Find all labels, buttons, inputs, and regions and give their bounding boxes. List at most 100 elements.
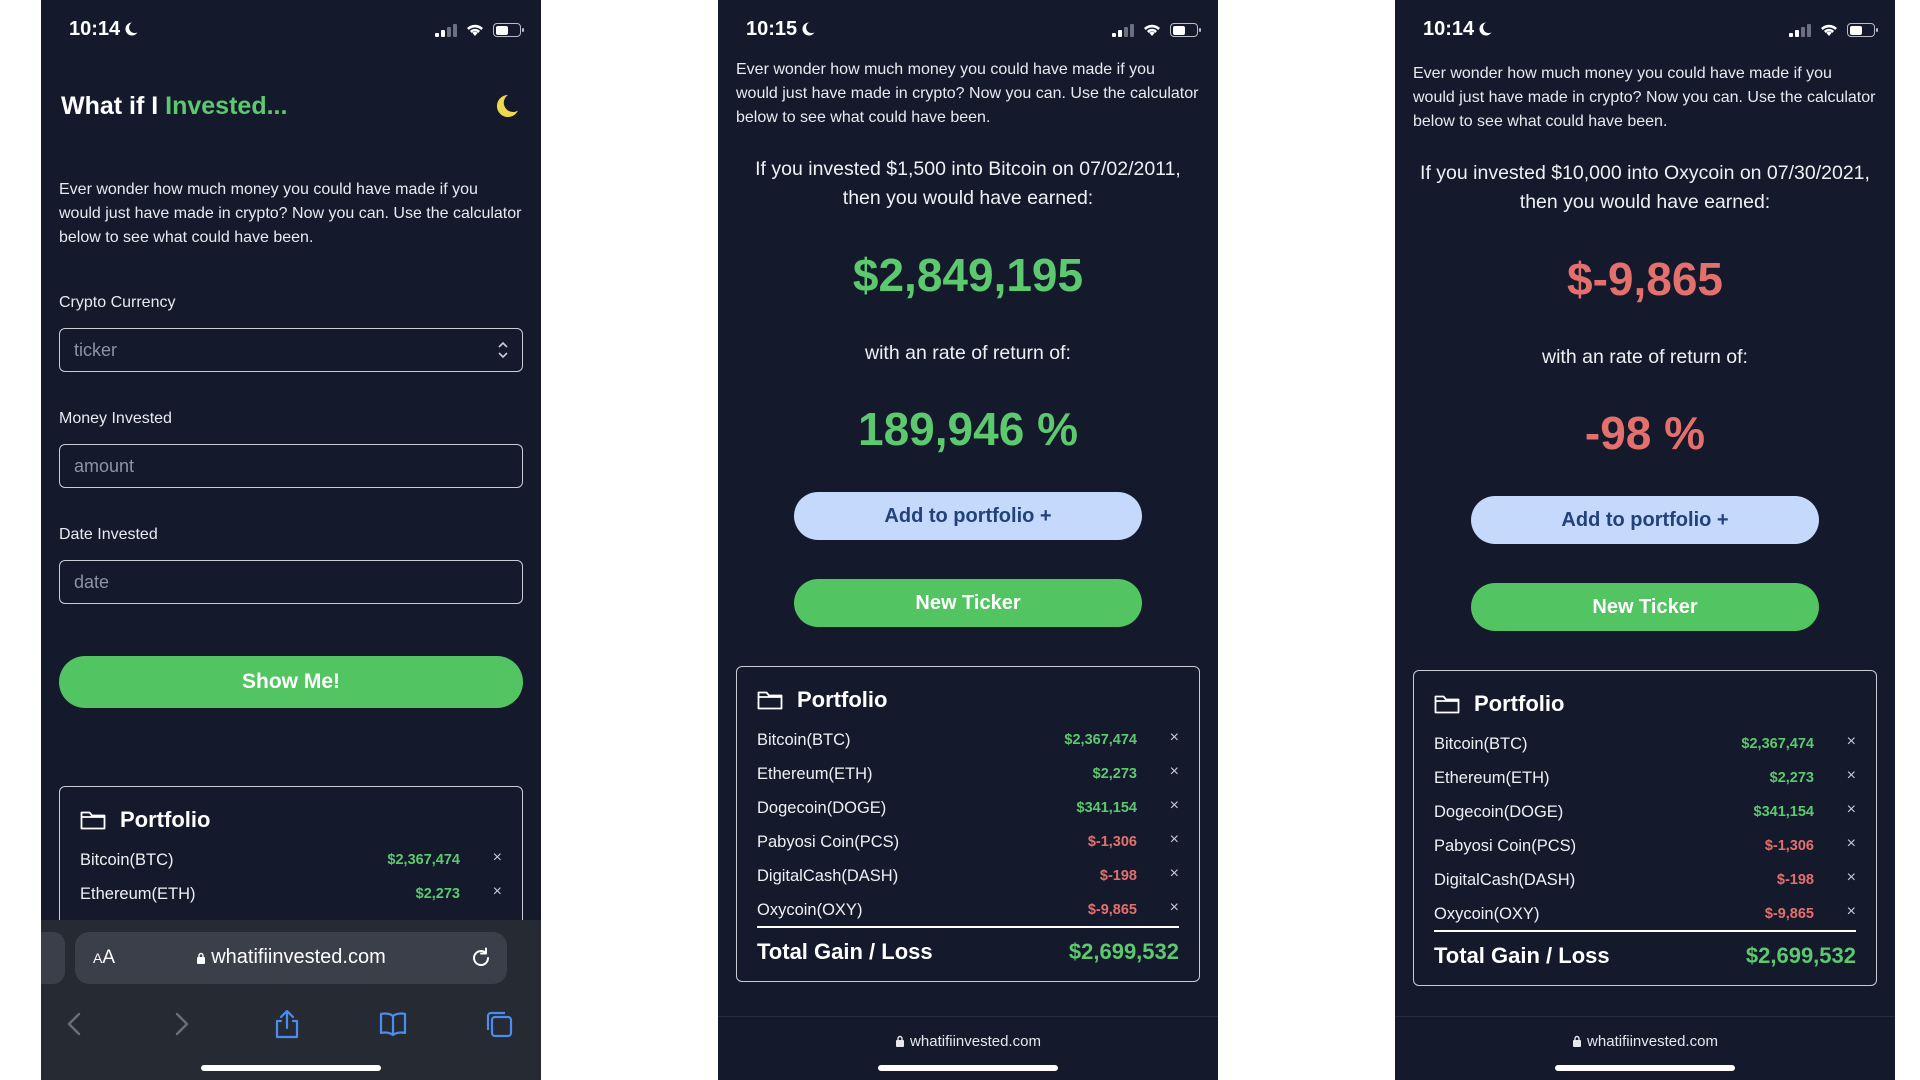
moon-icon[interactable] — [493, 92, 521, 120]
show-me-button[interactable]: Show Me! — [59, 656, 523, 708]
rate-of-return-label: with an rate of return of: — [865, 342, 1071, 364]
share-icon[interactable] — [271, 1008, 303, 1040]
crypto-currency-select[interactable]: ticker — [59, 328, 523, 372]
close-icon[interactable]: × — [1847, 733, 1856, 751]
portfolio-item-name: Oxycoin(OXY) — [757, 901, 863, 919]
back-icon[interactable] — [59, 1008, 91, 1040]
money-invested-label: Money Invested — [59, 410, 172, 427]
close-icon[interactable]: × — [1847, 801, 1856, 819]
portfolio-item-name: Pabyosi Coin(PCS) — [1434, 837, 1577, 855]
intro-text: Ever wonder how much money you could hav… — [736, 61, 1199, 126]
close-icon[interactable]: × — [1847, 869, 1856, 887]
total-gain-loss-value: $2,699,532 — [1068, 939, 1179, 964]
portfolio-row: Pabyosi Coin(PCS) $-1,306 × — [757, 825, 1179, 859]
portfolio-item-value: $2,273 — [1092, 766, 1137, 782]
status-time: 10:14 — [1423, 18, 1475, 40]
close-icon[interactable]: × — [493, 849, 502, 867]
money-invested-input[interactable]: amount — [59, 444, 523, 488]
new-ticker-button[interactable]: New Ticker — [794, 579, 1142, 627]
rate-of-return-value: 189,946 % — [858, 403, 1078, 455]
lock-icon — [197, 952, 206, 964]
portfolio-header: Portfolio — [80, 807, 210, 833]
close-icon[interactable]: × — [1170, 729, 1179, 747]
portfolio-row: Bitcoin(BTC) $2,367,474 × — [1434, 727, 1856, 761]
status-time: 10:15 — [746, 18, 798, 40]
portfolio-item-name: DigitalCash(DASH) — [1434, 871, 1576, 889]
portfolio-item-name: DigitalCash(DASH) — [757, 867, 899, 885]
lock-icon — [1573, 1035, 1582, 1047]
folder-icon — [80, 811, 106, 830]
portfolio-item-name: Bitcoin(BTC) — [1434, 735, 1528, 753]
portfolio-item-value: $2,367,474 — [1064, 732, 1137, 748]
intro-text: Ever wonder how much money you could hav… — [59, 181, 522, 246]
total-divider — [1434, 930, 1856, 932]
signal-icon — [1112, 23, 1134, 37]
close-icon[interactable]: × — [1170, 797, 1179, 815]
portfolio-item-value: $-9,865 — [1764, 906, 1814, 922]
portfolio-row: Ethereum(ETH) $2,273 × — [757, 757, 1179, 791]
new-ticker-button[interactable]: New Ticker — [1471, 583, 1819, 631]
money-invested-placeholder: amount — [74, 455, 135, 476]
portfolio-row: Oxycoin(OXY) $-9,865 × — [757, 893, 1179, 927]
folder-icon — [757, 691, 783, 710]
url-display: whatifiinvested.com — [1395, 1033, 1895, 1050]
portfolio-row: DigitalCash(DASH) $-198 × — [1434, 863, 1856, 897]
date-invested-label: Date Invested — [59, 526, 158, 543]
forward-icon[interactable] — [165, 1008, 197, 1040]
status-bar: 10:14 — [1395, 0, 1895, 58]
close-icon[interactable]: × — [1170, 899, 1179, 917]
date-invested-placeholder: date — [74, 571, 110, 592]
portfolio-item-value: $2,367,474 — [387, 852, 460, 868]
portfolio-header: Portfolio — [757, 687, 887, 713]
home-indicator — [201, 1065, 381, 1071]
date-invested-input[interactable]: date — [59, 560, 523, 604]
url-display: whatifiinvested.com — [718, 1033, 1218, 1050]
total-gain-loss-label: Total Gain / Loss — [1434, 943, 1610, 968]
wifi-icon — [1821, 24, 1837, 36]
result-amount: $2,849,195 — [852, 249, 1084, 301]
lock-icon — [896, 1035, 905, 1047]
portfolio-row: Oxycoin(OXY) $-9,865 × — [1434, 897, 1856, 931]
safari-nav-tools — [41, 1000, 541, 1046]
tabs-icon[interactable] — [483, 1008, 515, 1040]
close-icon[interactable]: × — [1847, 835, 1856, 853]
home-indicator — [1555, 1065, 1735, 1071]
home-indicator — [878, 1065, 1058, 1071]
add-to-portfolio-button[interactable]: Add to portfolio + — [794, 492, 1142, 540]
result-sentence: If you invested $10,000 into Oxycoin on … — [1420, 162, 1870, 213]
close-icon[interactable]: × — [1170, 763, 1179, 781]
portfolio-item-name: Pabyosi Coin(PCS) — [757, 833, 900, 851]
portfolio-item-name: Ethereum(ETH) — [1434, 769, 1550, 787]
bookmarks-icon[interactable] — [377, 1008, 409, 1040]
portfolio-item-value: $-1,306 — [1087, 834, 1137, 850]
close-icon[interactable]: × — [493, 883, 502, 901]
wifi-icon — [467, 24, 483, 36]
phone-screen-result-oxycoin: 10:14 Ever wonder how much money you cou… — [1395, 0, 1895, 1080]
portfolio-panel: Portfolio Bitcoin(BTC) $2,367,474 × Ethe… — [1413, 670, 1877, 986]
portfolio-row: Ethereum(ETH) $2,273 × — [80, 877, 502, 911]
portfolio-item-value: $-1,306 — [1764, 838, 1814, 854]
portfolio-row: Dogecoin(DOGE) $341,154 × — [1434, 795, 1856, 829]
close-icon[interactable]: × — [1170, 831, 1179, 849]
address-bar[interactable]: AA whatifiinvested.com — [75, 932, 507, 984]
previous-tab-edge[interactable] — [41, 932, 65, 984]
portfolio-title: Portfolio — [797, 687, 888, 712]
portfolio-header: Portfolio — [1434, 691, 1564, 717]
portfolio-item-value: $-198 — [1776, 872, 1814, 888]
portfolio-item-name: Ethereum(ETH) — [757, 765, 873, 783]
result-sentence: If you invested $1,500 into Bitcoin on 0… — [755, 158, 1181, 209]
reload-icon[interactable] — [469, 946, 493, 970]
close-icon[interactable]: × — [1170, 865, 1179, 883]
portfolio-row: Pabyosi Coin(PCS) $-1,306 × — [1434, 829, 1856, 863]
status-icons — [435, 21, 524, 37]
total-gain-loss-label: Total Gain / Loss — [757, 939, 933, 964]
moon-icon — [802, 22, 815, 36]
wifi-icon — [1144, 24, 1160, 36]
battery-icon — [1847, 23, 1878, 37]
close-icon[interactable]: × — [1847, 903, 1856, 921]
total-gain-loss-value: $2,699,532 — [1745, 943, 1856, 968]
portfolio-item-value: $-9,865 — [1087, 902, 1137, 918]
close-icon[interactable]: × — [1847, 767, 1856, 785]
app-title: What if I Invested... — [61, 92, 288, 120]
add-to-portfolio-button[interactable]: Add to portfolio + — [1471, 496, 1819, 544]
